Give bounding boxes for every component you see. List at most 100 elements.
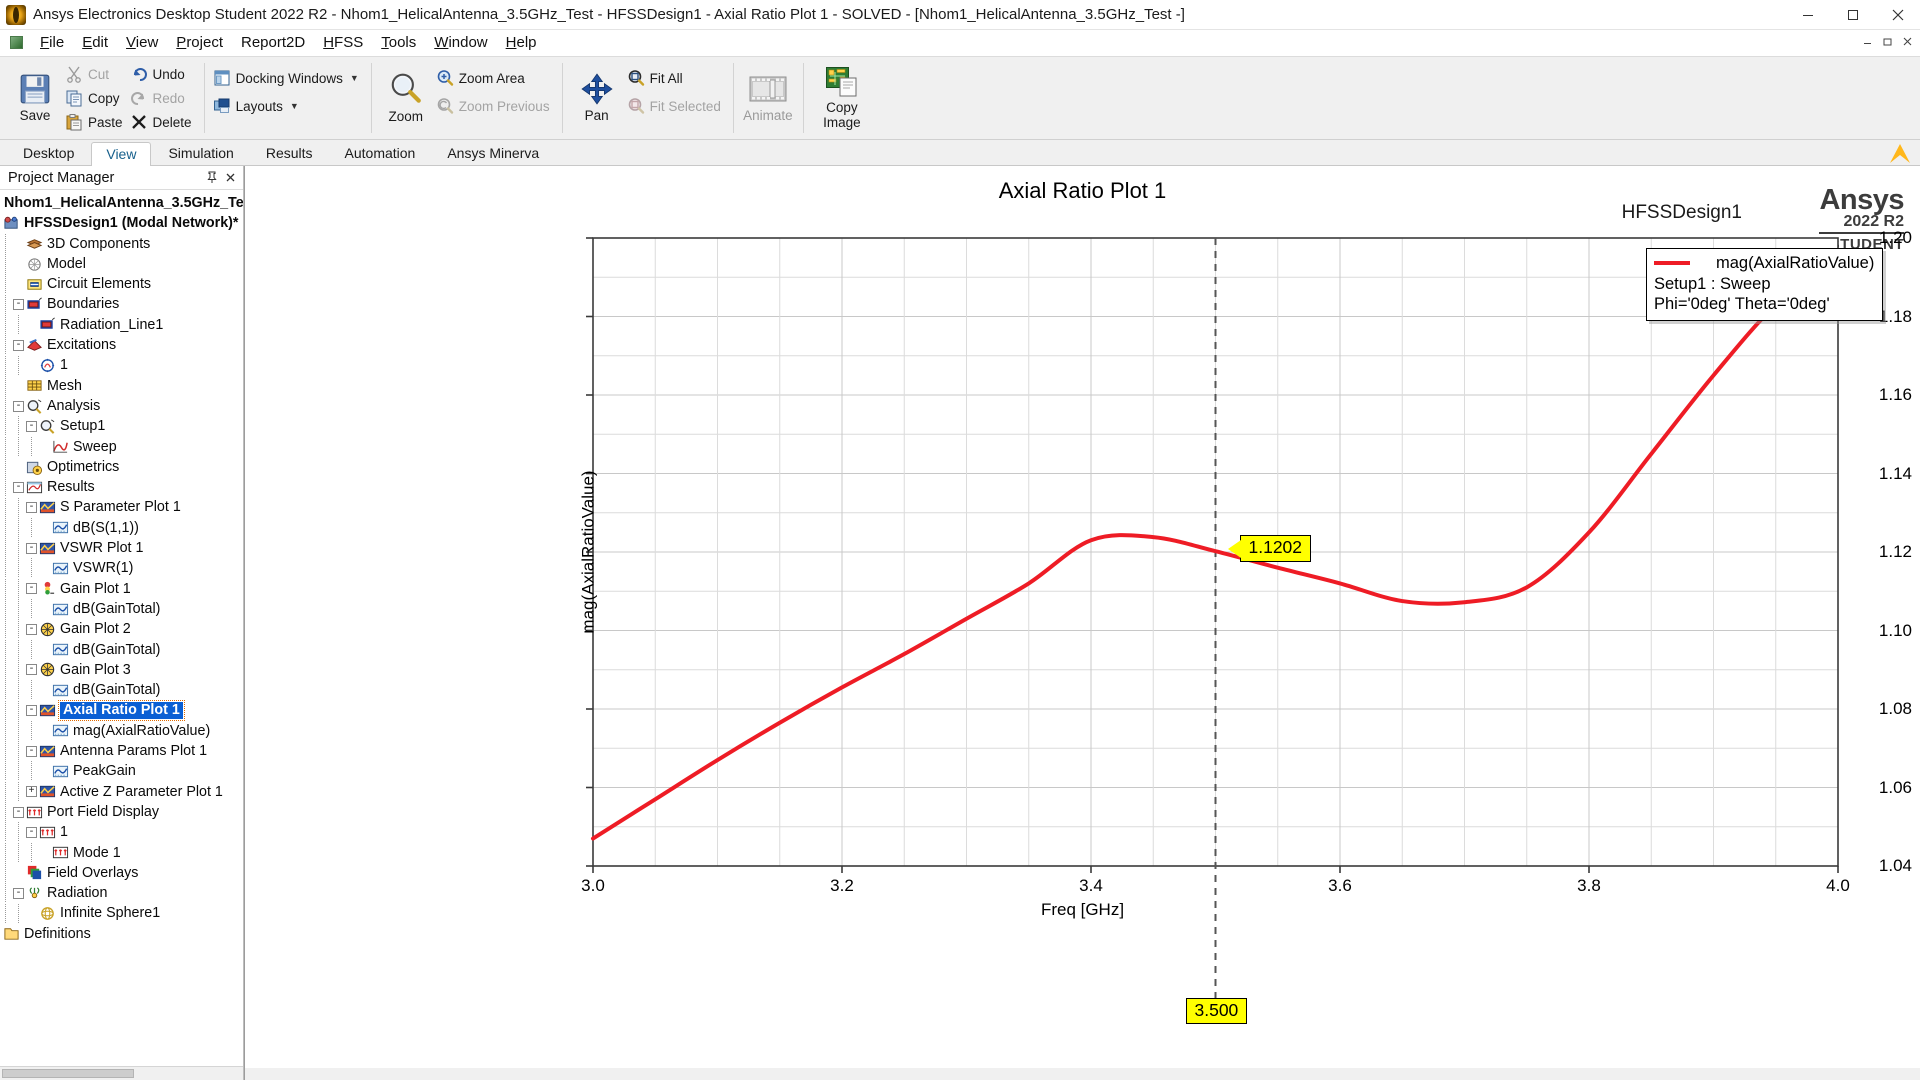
tree-item-peakgain[interactable]: PeakGain	[0, 761, 243, 782]
tree-item-mode-1[interactable]: Mode 1	[0, 842, 243, 863]
tree-item-port-field-display[interactable]: - Port Field Display	[0, 802, 243, 823]
tree-expander[interactable]: -	[26, 745, 37, 757]
copy-image-button[interactable]: Copy Image	[810, 59, 874, 137]
tab-desktop[interactable]: Desktop	[8, 141, 89, 165]
menu-project[interactable]: Project	[167, 31, 232, 54]
tree-item-mesh[interactable]: Mesh	[0, 375, 243, 396]
tree-item-hfssdesign1-modal-network[interactable]: HFSSDesign1 (Modal Network)*	[0, 213, 243, 233]
layouts-button[interactable]: Layouts ▼	[211, 95, 364, 117]
marker-value-callout[interactable]: 1.1202	[1239, 535, 1312, 563]
minimize-doc-icon[interactable]	[1858, 32, 1876, 50]
copy-button[interactable]: Copy	[63, 87, 128, 109]
menu-tools[interactable]: Tools	[372, 31, 425, 54]
tab-ansys-minerva[interactable]: Ansys Minerva	[432, 141, 554, 165]
menu-help[interactable]: Help	[497, 31, 546, 54]
tree-expander[interactable]: +	[26, 786, 37, 798]
tree-expander[interactable]: -	[26, 420, 37, 432]
tree-item-boundaries[interactable]: - Boundaries	[0, 294, 243, 315]
tree-item-analysis[interactable]: - Analysis	[0, 396, 243, 417]
tree-expander[interactable]: -	[13, 339, 24, 351]
tree-item-axial-ratio-plot-1[interactable]: - Axial Ratio Plot 1	[0, 700, 243, 721]
tree-item-db-gaintotal[interactable]: dB(GainTotal)	[0, 599, 243, 620]
close-icon[interactable]	[221, 169, 239, 187]
tab-results[interactable]: Results	[251, 141, 328, 165]
fit-all-button[interactable]: Fit All	[625, 67, 726, 89]
zoom-previous-button[interactable]: Zoom Previous	[434, 95, 555, 117]
animate-button[interactable]: Animate	[740, 59, 796, 137]
tree-expander[interactable]: -	[13, 299, 24, 311]
chart-legend[interactable]: mag(AxialRatioValue) Setup1 : Sweep Phi=…	[1646, 248, 1884, 321]
tree-item-excitations[interactable]: - Excitations	[0, 335, 243, 356]
tree-item-circuit-elements[interactable]: Circuit Elements	[0, 274, 243, 295]
tree-item-1[interactable]: -1	[0, 822, 243, 843]
tab-simulation[interactable]: Simulation	[153, 141, 248, 165]
system-menu-icon[interactable]	[10, 36, 23, 49]
close-button[interactable]	[1875, 0, 1920, 30]
paste-button[interactable]: Paste	[63, 111, 128, 133]
menu-report2d[interactable]: Report2D	[232, 31, 314, 54]
menu-view[interactable]: View	[117, 31, 167, 54]
save-button[interactable]: Save	[7, 59, 63, 137]
redo-button[interactable]: Redo	[128, 87, 197, 109]
tree-item-gain-plot-1[interactable]: - Gain Plot 1	[0, 578, 243, 599]
fit-selected-button[interactable]: Fit Selected	[625, 95, 726, 117]
tree-expander[interactable]: -	[26, 542, 37, 554]
project-tree-hscrollbar[interactable]	[0, 1066, 243, 1080]
docking-windows-button[interactable]: Docking Windows ▼	[211, 67, 364, 89]
tree-item-sweep[interactable]: Sweep	[0, 436, 243, 457]
tree-expander[interactable]: -	[13, 806, 24, 818]
undo-button[interactable]: Undo	[128, 63, 197, 85]
tree-item-gain-plot-3[interactable]: - Gain Plot 3	[0, 659, 243, 680]
menu-file[interactable]: File	[31, 31, 73, 54]
close-doc-icon[interactable]	[1898, 32, 1916, 50]
report-plot-canvas[interactable]: Axial Ratio Plot 1 HFSSDesign1 Ansys 202…	[244, 166, 1920, 1080]
tree-expander[interactable]: -	[26, 623, 37, 635]
tree-item-active-z-parameter-plot-1[interactable]: + Active Z Parameter Plot 1	[0, 781, 243, 802]
tree-expander[interactable]: -	[26, 502, 37, 514]
pan-button[interactable]: Pan	[569, 59, 625, 137]
tab-view[interactable]: View	[91, 142, 152, 166]
tree-expander[interactable]: -	[13, 400, 24, 412]
tree-item-mag-axialratiovalue[interactable]: mag(AxialRatioValue)	[0, 720, 243, 741]
tree-item-setup1[interactable]: - Setup1	[0, 416, 243, 437]
project-tree[interactable]: Nhom1_HelicalAntenna_3.5GHz_Test HFSSDesi…	[0, 190, 243, 1066]
tab-automation[interactable]: Automation	[330, 141, 431, 165]
menu-hfss[interactable]: HFSS	[314, 31, 372, 54]
zoom-area-button[interactable]: Zoom Area	[434, 67, 555, 89]
tree-expander[interactable]: -	[26, 826, 37, 838]
marker-x-value-box[interactable]: 3.500	[1185, 998, 1248, 1024]
tree-item-db-s-1-1[interactable]: dB(S(1,1))	[0, 517, 243, 538]
zoom-button[interactable]: Zoom	[378, 59, 434, 137]
tree-expander[interactable]: -	[26, 664, 37, 676]
tree-item-model[interactable]: Model	[0, 254, 243, 275]
tree-expander[interactable]: -	[13, 887, 24, 899]
tree-item-gain-plot-2[interactable]: - Gain Plot 2	[0, 619, 243, 640]
tree-item-1[interactable]: 1	[0, 355, 243, 376]
tree-item-s-parameter-plot-1[interactable]: - S Parameter Plot 1	[0, 497, 243, 518]
tree-item-results[interactable]: - Results	[0, 477, 243, 498]
tree-expander[interactable]: -	[13, 481, 24, 493]
tree-item-infinite-sphere1[interactable]: Infinite Sphere1	[0, 903, 243, 924]
cut-button[interactable]: Cut	[63, 63, 128, 85]
tree-item-field-overlays[interactable]: Field Overlays	[0, 862, 243, 883]
minimize-button[interactable]	[1785, 0, 1830, 30]
tree-item-vswr-plot-1[interactable]: - VSWR Plot 1	[0, 538, 243, 559]
tree-item-antenna-params-plot-1[interactable]: - Antenna Params Plot 1	[0, 741, 243, 762]
tree-item-optimetrics[interactable]: Optimetrics	[0, 457, 243, 477]
menu-window[interactable]: Window	[425, 31, 496, 54]
tree-expander[interactable]: -	[26, 583, 37, 595]
scrollbar-thumb[interactable]	[2, 1069, 134, 1078]
maximize-button[interactable]	[1830, 0, 1875, 30]
delete-button[interactable]: Delete	[128, 111, 197, 133]
tree-item-radiation-line1[interactable]: Radiation_Line1	[0, 314, 243, 335]
tree-item-definitions[interactable]: Definitions	[0, 924, 243, 944]
menu-edit[interactable]: Edit	[73, 31, 117, 54]
tree-item-nhom1-helicalantenna-3-5ghz-test[interactable]: Nhom1_HelicalAntenna_3.5GHz_Test	[0, 193, 243, 213]
tree-item-radiation[interactable]: - Radiation	[0, 883, 243, 904]
restore-doc-icon[interactable]	[1878, 32, 1896, 50]
tree-item-3d-components[interactable]: 3D Components	[0, 233, 243, 254]
tree-item-db-gaintotal[interactable]: dB(GainTotal)	[0, 680, 243, 701]
tree-item-db-gaintotal[interactable]: dB(GainTotal)	[0, 639, 243, 660]
tree-item-vswr-1[interactable]: VSWR(1)	[0, 558, 243, 579]
tree-expander[interactable]: -	[26, 705, 37, 717]
